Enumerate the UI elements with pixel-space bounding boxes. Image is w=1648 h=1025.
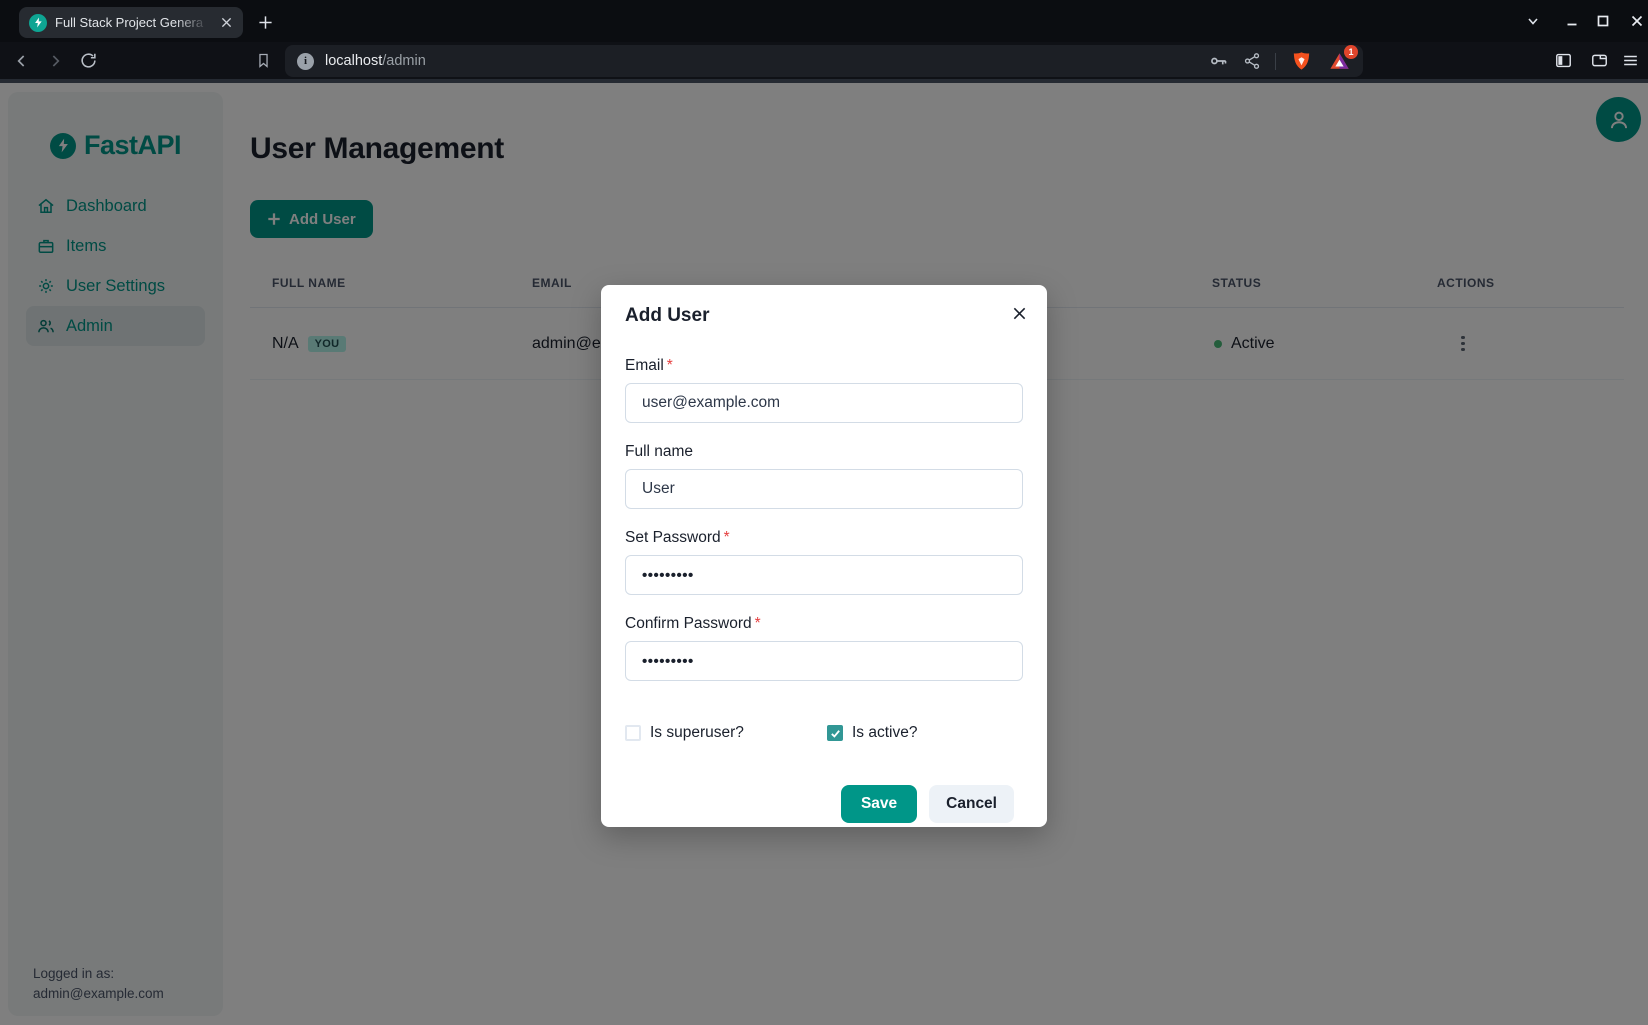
is-superuser-checkbox[interactable]: Is superuser? [625,724,827,742]
bookmark-icon[interactable] [249,46,277,75]
is-active-checkbox[interactable]: Is active? [827,724,917,742]
toolbar-divider [1275,53,1276,70]
window-minimize-button[interactable] [1559,9,1585,33]
forward-button[interactable] [41,46,69,75]
required-asterisk: * [755,615,761,632]
url-host: localhost [325,53,382,69]
confirm-password-label: Confirm Password* [625,615,1023,633]
fullname-label: Full name [625,443,1023,461]
tab-search-chevron-icon[interactable] [1520,9,1546,33]
tab-close-icon[interactable] [217,14,235,32]
wallet-icon[interactable] [1585,46,1613,75]
save-button[interactable]: Save [841,785,917,823]
is-superuser-label: Is superuser? [650,724,744,742]
email-field[interactable] [625,383,1023,423]
email-field-group: Email* [625,357,1023,443]
browser-tab[interactable]: Full Stack Project Genera [19,7,243,38]
add-user-modal: Add User Email* Full name Set Password* … [601,285,1047,827]
browser-toolbar: i localhost /admin [0,42,1648,83]
share-icon[interactable] [1243,52,1261,70]
checkbox-box[interactable] [827,725,843,741]
menu-hamburger-icon[interactable] [1616,46,1644,75]
new-tab-button[interactable] [252,9,278,35]
fullname-field-group: Full name [625,443,1023,529]
brave-shield-icon[interactable] [1290,50,1313,73]
email-label: Email* [625,357,1023,375]
confirm-password-field-group: Confirm Password* [625,615,1023,701]
site-info-icon[interactable]: i [297,53,314,70]
tab-title: Full Stack Project Genera [55,15,209,30]
back-button[interactable] [8,46,36,75]
window-maximize-button[interactable] [1590,9,1616,33]
url-path: /admin [382,53,426,69]
fullname-field[interactable] [625,469,1023,509]
tab-strip: Full Stack Project Genera [0,0,1648,42]
url-bar[interactable]: i localhost /admin [285,45,1363,77]
password-label: Set Password* [625,529,1023,547]
password-field[interactable] [625,555,1023,595]
required-asterisk: * [724,529,730,546]
password-field-group: Set Password* [625,529,1023,615]
checkbox-box[interactable] [625,725,641,741]
password-key-icon[interactable] [1209,51,1229,71]
required-asterisk: * [667,357,673,374]
is-active-label: Is active? [852,724,917,742]
confirm-password-field[interactable] [625,641,1023,681]
page-content: FastAPI Dashboard Items [0,83,1648,1025]
modal-close-icon[interactable] [1004,298,1034,328]
reload-button[interactable] [74,46,102,75]
fastapi-favicon-icon [29,14,47,32]
cancel-button[interactable]: Cancel [929,785,1014,823]
window-close-button[interactable] [1624,9,1648,33]
modal-title: Add User [625,305,1023,327]
browser-window: Full Stack Project Genera [0,0,1648,1025]
rewards-notification-badge: 1 [1344,45,1358,59]
sidebar-toggle-icon[interactable] [1549,46,1577,75]
